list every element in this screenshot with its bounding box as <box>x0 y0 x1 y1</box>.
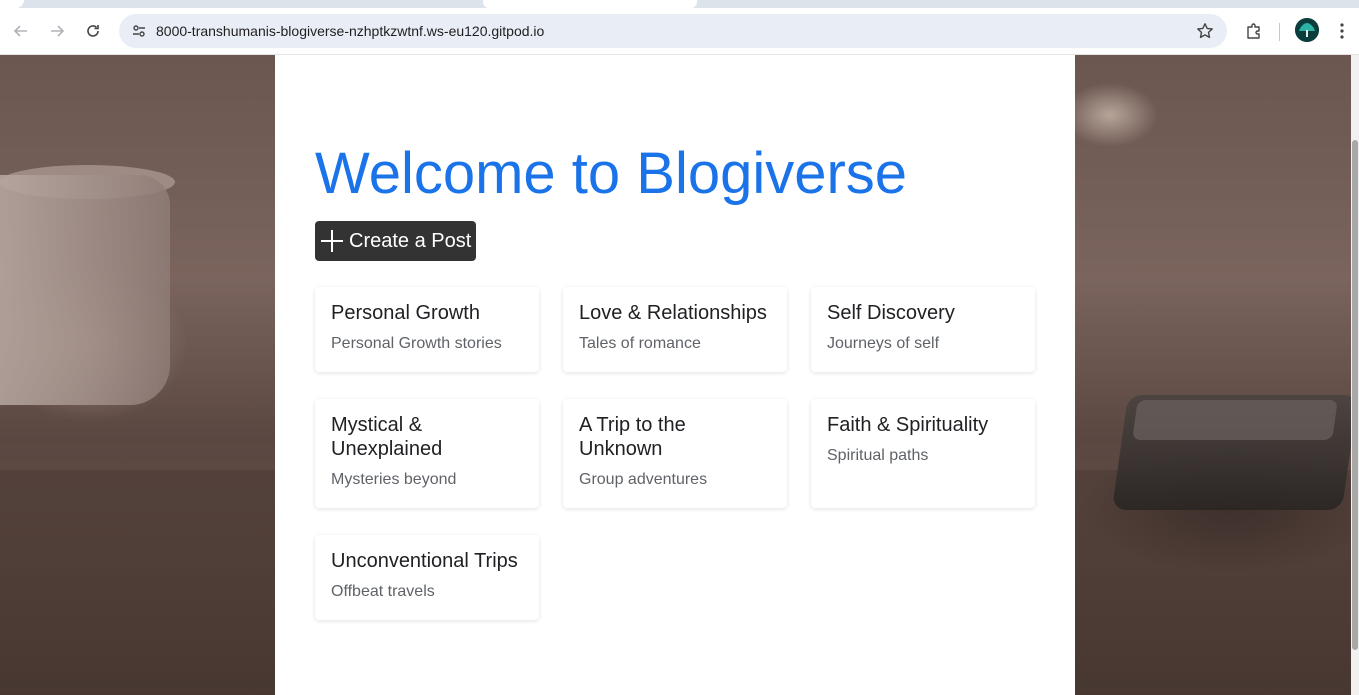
tab-strip <box>0 0 1359 8</box>
card-title: Personal Growth <box>331 302 480 324</box>
reload-button[interactable] <box>81 19 105 43</box>
browser-toolbar: 8000-transhumanis-blogiverse-nzhptkzwtnf… <box>0 8 1359 55</box>
card-description: Spiritual paths <box>827 447 929 464</box>
category-card-faith-spirituality[interactable]: Faith & Spirituality Spiritual paths <box>811 399 1035 508</box>
site-info-button[interactable] <box>127 19 151 43</box>
create-post-label: Create a Post <box>349 229 472 252</box>
tune-icon <box>133 25 145 37</box>
browser-chrome: 8000-transhumanis-blogiverse-nzhptkzwtnf… <box>0 0 1359 55</box>
extensions-button[interactable] <box>1242 19 1266 43</box>
back-arrow-icon <box>13 25 27 37</box>
more-vert-icon <box>1340 23 1344 39</box>
toolbar-divider <box>1279 23 1280 41</box>
card-title: Faith & Spirituality <box>827 414 989 436</box>
category-card-personal-growth[interactable]: Personal Growth Personal Growth stories <box>315 287 539 372</box>
browser-menu-button[interactable] <box>1332 19 1352 43</box>
card-description: Mysteries beyond <box>331 471 457 488</box>
tab-active[interactable] <box>483 0 697 8</box>
card-description: Journeys of self <box>827 335 940 352</box>
scrollbar-thumb[interactable] <box>1352 140 1358 650</box>
star-icon <box>1197 23 1213 39</box>
card-description: Group adventures <box>579 471 708 488</box>
forward-button[interactable] <box>45 19 69 43</box>
category-card-trip-unknown[interactable]: A Trip to the Unknown Group adventures <box>563 399 787 508</box>
card-title: Self Discovery <box>827 302 955 324</box>
forward-arrow-icon <box>51 25 65 37</box>
card-description: Personal Growth stories <box>331 335 502 352</box>
card-description: Tales of romance <box>579 335 701 352</box>
puzzle-icon <box>1247 23 1260 39</box>
page-title: Welcome to Blogiverse <box>315 141 908 206</box>
card-description: Offbeat travels <box>331 583 435 600</box>
card-title: Mystical & Unexplained <box>331 414 443 460</box>
address-bar[interactable]: 8000-transhumanis-blogiverse-nzhptkzwtnf… <box>119 14 1227 48</box>
bookmark-button[interactable] <box>1193 19 1217 43</box>
category-card-mystical-unexplained[interactable]: Mystical & Unexplained Mysteries beyond <box>315 399 539 508</box>
url-text[interactable]: 8000-transhumanis-blogiverse-nzhptkzwtnf… <box>156 23 544 39</box>
create-post-button[interactable]: Create a Post <box>315 221 477 261</box>
back-button[interactable] <box>9 19 33 43</box>
content-panel: Welcome to Blogiverse Create a Post Pers… <box>275 55 1075 695</box>
tab-previous[interactable] <box>0 0 24 8</box>
background-phone-screen <box>1132 400 1338 440</box>
card-title: Love & Relationships <box>579 302 767 324</box>
category-card-self-discovery[interactable]: Self Discovery Journeys of self <box>811 287 1035 372</box>
plus-icon <box>321 230 343 252</box>
category-card-unconventional-trips[interactable]: Unconventional Trips Offbeat travels <box>315 535 539 620</box>
background-cup <box>0 175 170 405</box>
reload-icon <box>87 25 99 37</box>
card-title: Unconventional Trips <box>331 550 518 572</box>
category-card-love-relationships[interactable]: Love & Relationships Tales of romance <box>563 287 787 372</box>
card-title: A Trip to the Unknown <box>579 414 686 460</box>
avatar-icon <box>1295 18 1319 42</box>
profile-avatar[interactable] <box>1295 18 1319 42</box>
